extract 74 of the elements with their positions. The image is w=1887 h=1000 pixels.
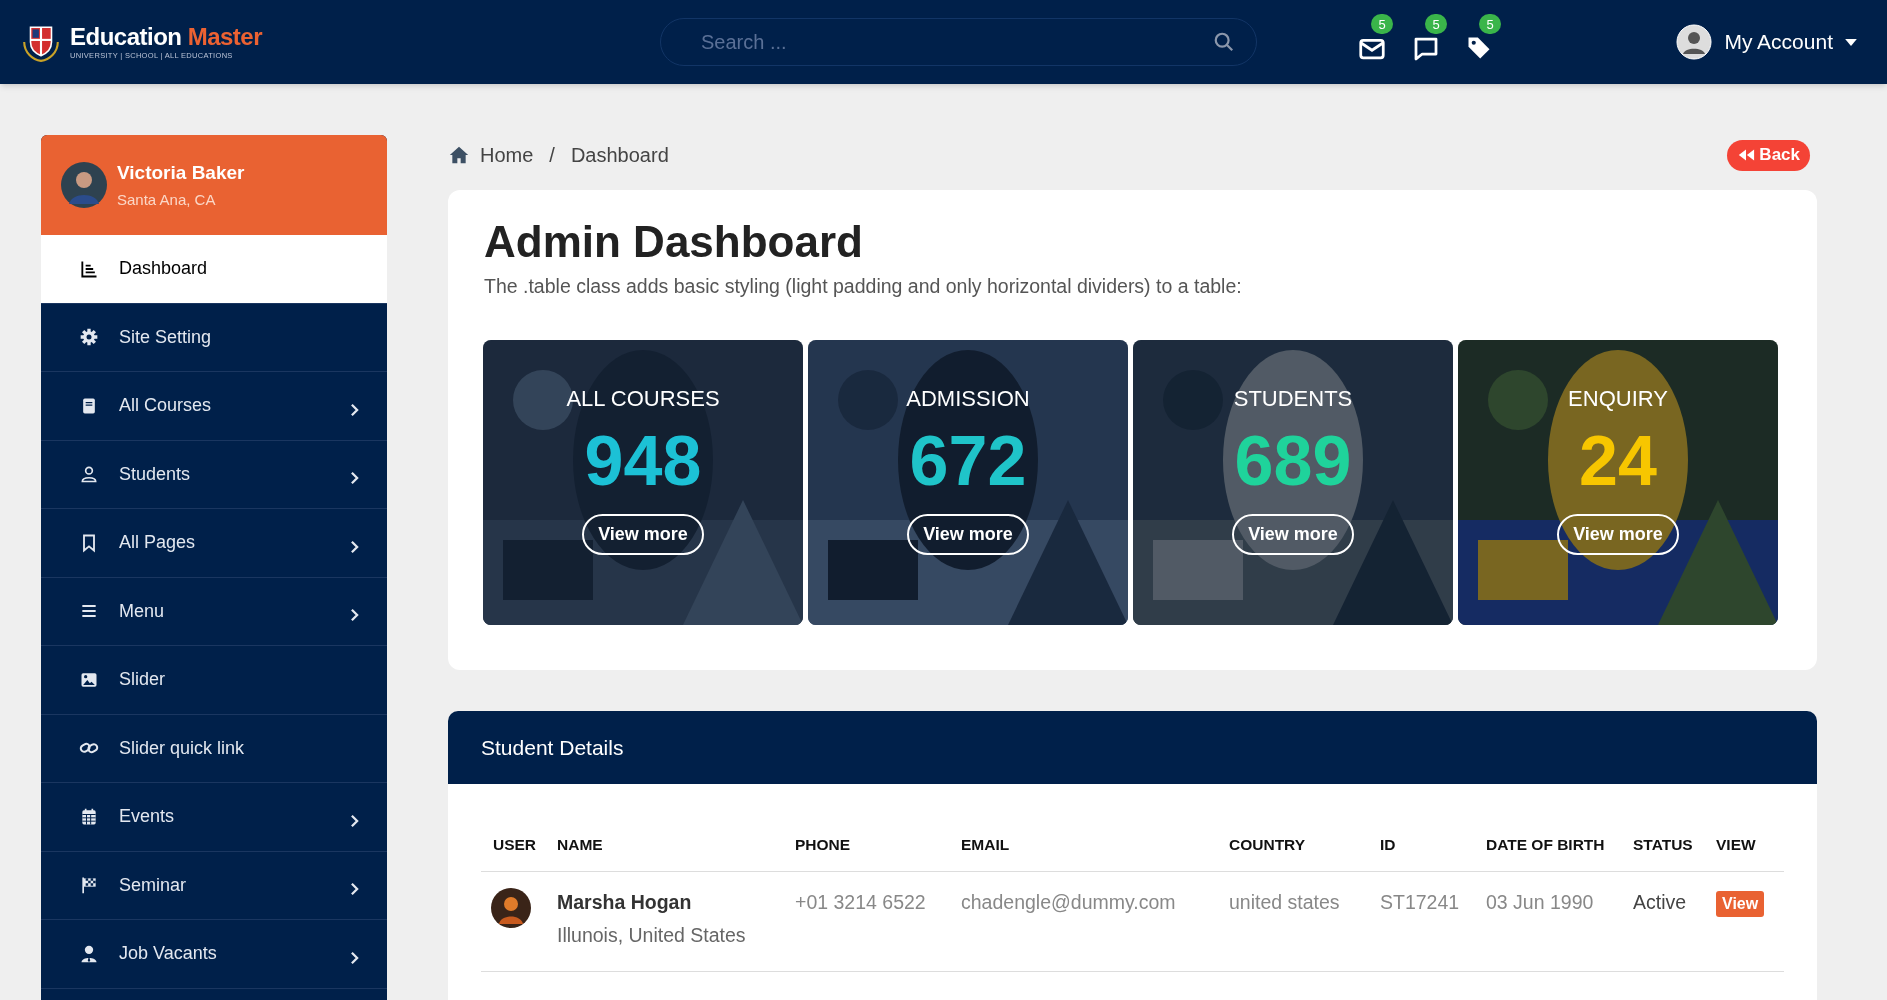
sidebar-item[interactable]: All Pages (41, 509, 387, 578)
stat-title: ALL COURSES (566, 384, 720, 413)
search-icon (1213, 31, 1235, 53)
profile-location: Santa Ana, CA (117, 190, 217, 210)
student-address: Illunois, United States (557, 923, 747, 949)
table-cell-text: +01 3214 6522 (794, 890, 927, 915)
chevron-icon (350, 471, 359, 486)
view-more-button[interactable]: View more (582, 513, 704, 555)
home-icon (448, 145, 470, 165)
sidebar-item[interactable]: Site Setting (41, 303, 387, 372)
sidebar-item[interactable]: All Courses (41, 372, 387, 441)
page-description: The .table class adds basic styling (light padding and only horizontal dividers) to a table: (484, 274, 1243, 300)
column-header: EMAIL (960, 834, 1011, 855)
table-cell-text: Active (1632, 890, 1688, 915)
column-header: VIEW (1715, 834, 1757, 855)
table-cell-text: 03 Jun 1990 (1485, 890, 1595, 915)
chevron-icon (350, 402, 359, 417)
chevron-icon (350, 882, 359, 897)
count-badge: 5 (1479, 14, 1501, 34)
sidebar-item[interactable]: Events (41, 783, 387, 852)
column-header: ID (1379, 834, 1397, 855)
calendar-icon (79, 806, 99, 827)
count-badge: 5 (1371, 14, 1393, 34)
gear-icon (79, 327, 99, 348)
sidebar-item[interactable]: Seminar (41, 851, 387, 920)
chevron-icon (350, 539, 359, 554)
panel-title: Student Details (481, 734, 624, 761)
student-name: Marsha Hogan (557, 890, 693, 915)
stat-value: 24 (1579, 422, 1657, 500)
sidebar-item[interactable]: Job Vacants (41, 920, 387, 989)
stat-title: STUDENTS (1233, 384, 1353, 413)
avatar-icon (1676, 24, 1713, 60)
avatar-icon (61, 162, 107, 208)
sidebar-item[interactable]: Slider quick link (41, 714, 387, 783)
column-header: DATE OF BIRTH (1485, 834, 1606, 855)
view-more-button[interactable]: View more (1557, 513, 1679, 555)
breadcrumb-link[interactable]: Dashboard (570, 140, 669, 170)
user-tie-icon (79, 943, 99, 964)
table-cell-text: ST17241 (1379, 890, 1461, 915)
person-icon (79, 464, 99, 485)
column-header: COUNTRY (1228, 834, 1307, 855)
stat-value: 689 (1234, 422, 1352, 500)
logo-text: Education Master (70, 24, 263, 49)
profile-name: Victoria Baker (117, 160, 245, 185)
stat-title: ENQUIRY (1568, 384, 1668, 413)
breadcrumb-separator: / (549, 143, 555, 168)
checkered-flag-icon (79, 875, 99, 896)
stat-title: ADMISSION (906, 384, 1030, 413)
sidebar-item[interactable]: Dashboard (41, 235, 387, 304)
column-header: STATUS (1632, 834, 1694, 855)
page-title: Admin Dashboard (484, 218, 864, 267)
stat-value: 948 (584, 422, 702, 500)
breadcrumb-link[interactable]: Home (480, 140, 534, 170)
chevron-icon (350, 950, 359, 965)
view-more-button[interactable]: View more (1232, 513, 1354, 555)
account-menu[interactable]: My Account (1676, 24, 1857, 60)
caret-icon (1845, 38, 1857, 46)
sidebar-item[interactable]: Slider (41, 646, 387, 715)
table-cell-text: chadengle@dummy.com (960, 890, 1177, 915)
chevron-icon (350, 608, 359, 623)
search-field[interactable]: Search ... (660, 18, 1257, 66)
view-more-button[interactable]: View more (907, 513, 1029, 555)
stat-value: 672 (909, 422, 1027, 500)
count-badge: 5 (1425, 14, 1447, 34)
rewind-icon (1737, 149, 1756, 161)
column-header: USER (492, 834, 538, 855)
chevron-icon (350, 813, 359, 828)
column-header: PHONE (794, 834, 852, 855)
sidebar-item[interactable]: Students (41, 440, 387, 509)
table-cell-text: united states (1228, 890, 1341, 915)
avatar-icon (491, 888, 531, 928)
column-header: NAME (556, 834, 604, 855)
sidebar-item[interactable]: Menu (41, 577, 387, 646)
back-button[interactable]: Back (1727, 139, 1810, 171)
